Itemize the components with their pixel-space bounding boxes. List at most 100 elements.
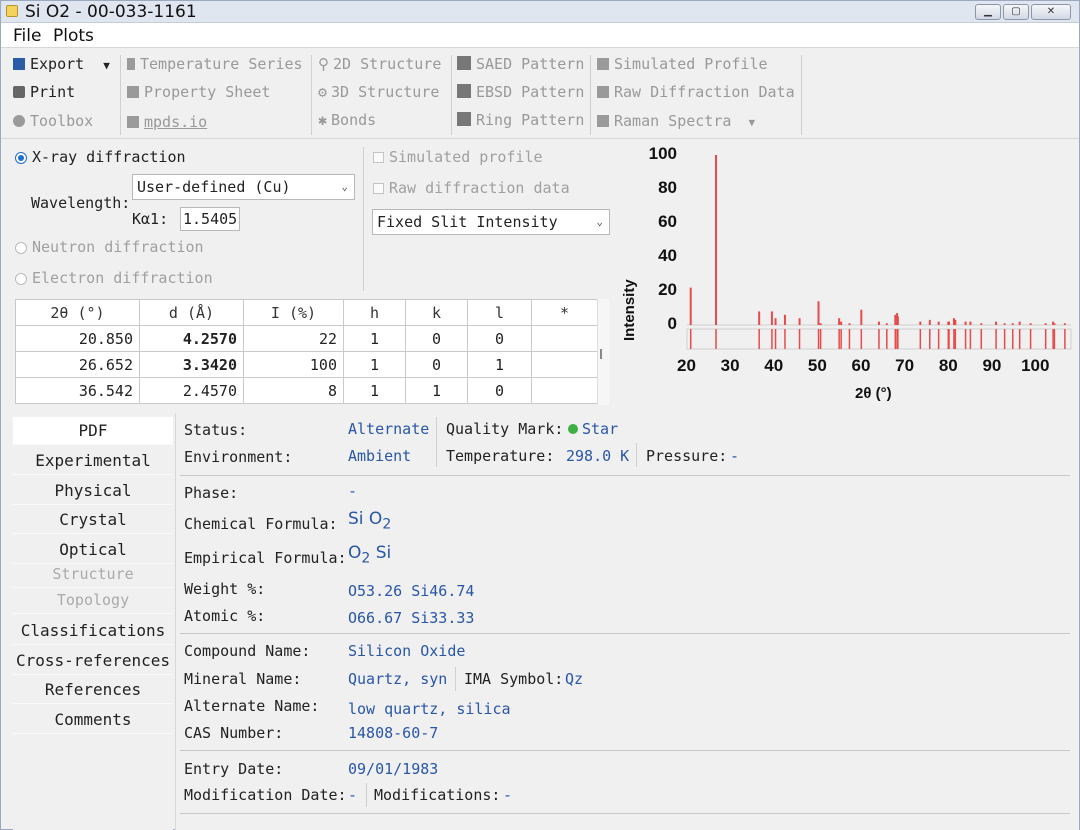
neutron-radio[interactable] [15, 242, 27, 254]
export-button[interactable]: Export ▼ [13, 52, 110, 76]
raman-spectra-button[interactable]: Raman Spectra ▼ [597, 109, 755, 133]
wavelength-select[interactable]: User-defined (Cu) ⌄ [132, 174, 355, 200]
printer-icon [13, 86, 25, 98]
ring-pattern-button[interactable]: Ring Pattern [457, 108, 584, 132]
mpds-label: mpds.io [144, 113, 208, 131]
table-row[interactable]: 36.542 2.4570 8 1 1 0 [15, 377, 598, 404]
table-row[interactable]: 20.850 4.2570 22 1 0 0 [15, 325, 598, 352]
toolbox-button[interactable]: Toolbox [13, 109, 93, 133]
tab-cross-references[interactable]: Cross-references [13, 647, 173, 675]
application-window: Si O2 - 00-033-1161 ▁ ▢ ✕ File Plots Exp… [0, 0, 1080, 830]
cell-2theta: 36.542 [15, 377, 140, 404]
minimize-button[interactable]: ▁ [975, 4, 1001, 20]
phase-label: Phase: [184, 484, 239, 502]
section-divider [180, 633, 1070, 634]
tab-references[interactable]: References [13, 676, 173, 704]
structure-3d-label: 3D Structure [331, 83, 440, 101]
menu-bar: File Plots [1, 23, 1079, 48]
mineral-name-value: Quartz, syn [348, 670, 448, 688]
y-tick-label: 40 [658, 246, 677, 265]
scrollbar-thumb[interactable] [600, 349, 602, 359]
col-k[interactable]: k [405, 299, 468, 326]
atomic-label: Atomic %: [184, 607, 266, 625]
temperature-series-button[interactable]: Temperature Series [127, 52, 303, 76]
compound-name-label: Compound Name: [184, 642, 311, 660]
col-l[interactable]: l [467, 299, 532, 326]
cell-2theta: 26.652 [15, 351, 140, 378]
raw-data-label: Raw diffraction data [389, 179, 570, 197]
menu-file[interactable]: File [13, 24, 41, 48]
document-icon [127, 86, 139, 98]
mpds-link[interactable]: mpds.io [127, 110, 207, 134]
tab-crystal[interactable]: Crystal [13, 506, 173, 534]
print-button[interactable]: Print [13, 80, 75, 104]
temperature-label: Temperature: [446, 447, 555, 465]
export-label: Export [30, 55, 85, 73]
profile-icon [597, 58, 609, 70]
raw-data-checkbox[interactable] [373, 183, 384, 194]
ebsd-pattern-button[interactable]: EBSD Pattern [457, 80, 584, 104]
simulated-profile-label: Simulated Profile [614, 55, 768, 73]
wavelength-value: User-defined (Cu) [137, 178, 291, 196]
sim-profile-checkbox[interactable] [373, 152, 384, 163]
raw-diffraction-button[interactable]: Raw Diffraction Data [597, 80, 795, 104]
toolbar-divider [120, 55, 121, 135]
cell-k: 0 [405, 351, 468, 378]
tab-experimental[interactable]: Experimental [13, 447, 173, 475]
cell-star [531, 351, 598, 378]
cell-d: 2.4570 [139, 377, 244, 404]
y-tick-label: 100 [648, 144, 677, 163]
structure-2d-label: 2D Structure [333, 55, 442, 73]
saed-pattern-button[interactable]: SAED Pattern [457, 52, 584, 76]
col-star[interactable]: * [531, 299, 598, 326]
raw-data-icon [597, 86, 609, 98]
intensity-mode-select[interactable]: Fixed Slit Intensity ⌄ [372, 209, 610, 235]
y-tick-label: 60 [658, 212, 677, 231]
electron-radio[interactable] [15, 273, 27, 285]
detail-tabs: PDF Experimental Physical Crystal Optica… [13, 415, 173, 830]
temperature-value: 298.0 K [566, 447, 630, 465]
tab-classifications[interactable]: Classifications [13, 617, 173, 645]
pressure-label: Pressure: [646, 447, 728, 465]
x-tick-label: 30 [720, 356, 740, 375]
col-h[interactable]: h [343, 299, 406, 326]
property-sheet-button[interactable]: Property Sheet [127, 80, 270, 104]
bonds-button[interactable]: ✱ Bonds [318, 108, 376, 132]
cas-number-value: 14808-60-7 [348, 724, 439, 742]
peak-table: 2θ (°) d (Å) I (%) h k l * 20.850 4.2570… [15, 299, 598, 404]
diffraction-chart[interactable]: Intensity 2θ (°) 0 20 40 60 80 100 20 30 40 50 60 7… [619, 141, 1075, 409]
xray-radio[interactable] [15, 152, 27, 164]
close-button[interactable]: ✕ [1031, 4, 1071, 20]
modifications-label: Modifications: [374, 786, 501, 804]
ka1-input[interactable]: 1.5405 [180, 207, 240, 231]
menu-plots[interactable]: Plots [53, 24, 94, 48]
chevron-down-icon: ⌄ [596, 215, 603, 228]
structure-2d-button[interactable]: ⚲ 2D Structure [318, 52, 441, 76]
atomic-value: O66.67 Si33.33 [348, 609, 475, 627]
simulated-profile-button[interactable]: Simulated Profile [597, 52, 768, 76]
section-divider [180, 750, 1070, 751]
col-intensity[interactable]: I (%) [243, 299, 344, 326]
structure-3d-button[interactable]: ⚙ 3D Structure [318, 80, 439, 104]
tab-physical[interactable]: Physical [13, 477, 173, 505]
col-2theta[interactable]: 2θ (°) [15, 299, 140, 326]
empirical-formula-label: Empirical Formula: [184, 549, 347, 567]
molecule-2d-icon: ⚲ [318, 55, 329, 73]
maximize-button[interactable]: ▢ [1003, 4, 1029, 20]
tab-comments[interactable]: Comments [13, 706, 173, 734]
toolbar: Export ▼ Print Toolbox Temperature Serie… [1, 49, 1079, 139]
formula-text: Si [370, 543, 392, 563]
x-tick-label: 60 [851, 356, 871, 375]
cell-star [531, 325, 598, 352]
section-divider [180, 813, 1070, 814]
table-header-row: 2θ (°) d (Å) I (%) h k l * [15, 299, 598, 326]
tab-pdf[interactable]: PDF [13, 417, 173, 445]
table-row[interactable]: 26.652 3.3420 100 1 0 1 [15, 351, 598, 378]
property-sheet-label: Property Sheet [144, 83, 271, 101]
table-scrollbar[interactable] [597, 299, 609, 405]
pdf-details-panel: Status: Alternate Quality Mark: Star Env… [175, 413, 1079, 830]
cell-h: 1 [343, 325, 406, 352]
cas-number-label: CAS Number: [184, 724, 284, 742]
col-d[interactable]: d (Å) [139, 299, 244, 326]
x-tick-label: 90 [982, 356, 1002, 375]
